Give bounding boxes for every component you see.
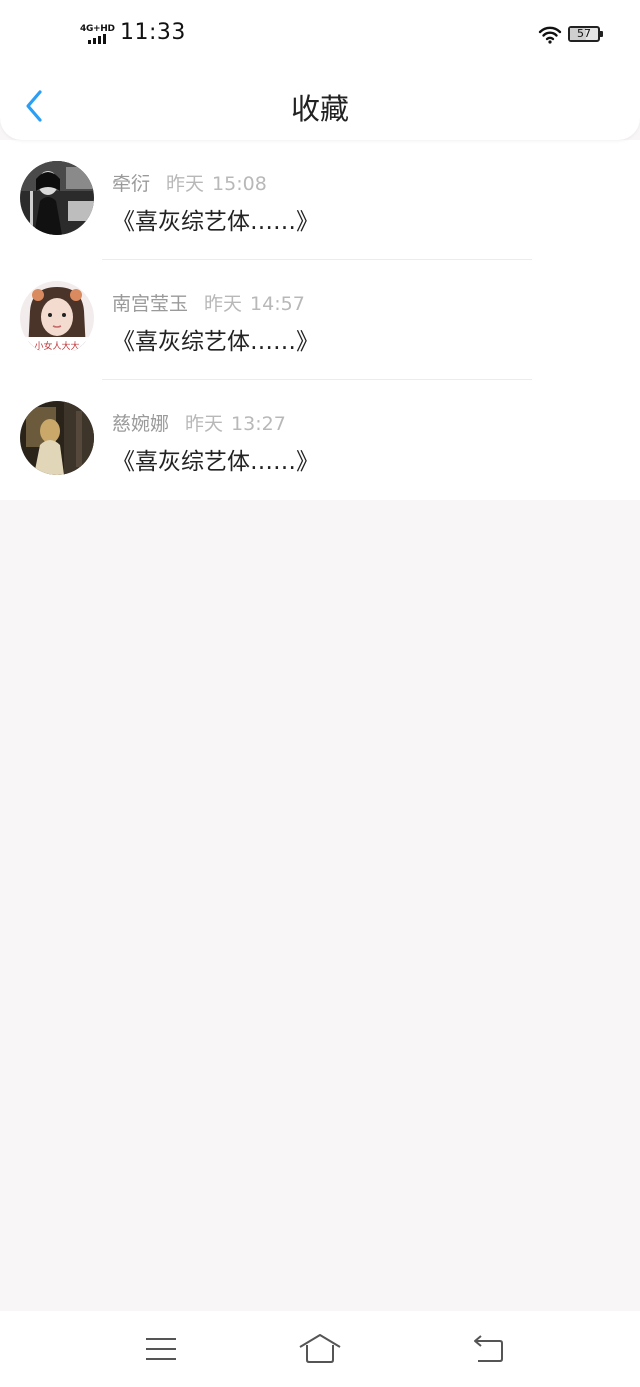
author-label: 牵衍 <box>112 173 151 195</box>
battery-percent: 57 <box>577 27 591 40</box>
favorite-content: 《喜灰综艺体……》 <box>112 329 319 355</box>
menu-icon[interactable] <box>145 1331 177 1367</box>
page-title: 收藏 <box>290 92 349 126</box>
back-arrow-icon[interactable] <box>472 1331 506 1367</box>
wifi-icon <box>538 26 562 44</box>
favorites-list: 牵衍 昨天 15:08 《喜灰综艺体……》 小女人大大 南宫莹玉 昨天 14:5… <box>0 140 640 500</box>
battery-icon: 57 <box>568 26 603 42</box>
date-label: 昨天 <box>204 293 243 315</box>
time-label: 14:57 <box>250 293 305 315</box>
author-name: 慈婉娜 昨天 13:27 <box>112 409 286 436</box>
avatar[interactable] <box>20 161 94 235</box>
header: 收藏 <box>0 70 640 140</box>
network-type: 4G+HD <box>80 24 115 34</box>
date-label: 昨天 <box>166 173 205 195</box>
author-label: 慈婉娜 <box>112 413 170 435</box>
status-bar: 4G+HD 11:33 57 <box>0 0 640 70</box>
time-label: 13:27 <box>231 413 286 435</box>
time-label: 15:08 <box>212 173 267 195</box>
favorite-item[interactable]: 慈婉娜 昨天 13:27 《喜灰综艺体……》 <box>0 380 640 500</box>
favorite-item[interactable]: 小女人大大 南宫莹玉 昨天 14:57 《喜灰综艺体……》 <box>0 260 640 380</box>
favorites-screen: 4G+HD 11:33 57 收藏 牵衍 昨天 15:08 《喜灰综艺体……》 … <box>0 0 640 1387</box>
home-icon[interactable] <box>298 1331 342 1367</box>
avatar-caption: 小女人大大 <box>34 340 79 352</box>
favorite-content: 《喜灰综艺体……》 <box>112 449 319 475</box>
top-bar: 4G+HD 11:33 57 收藏 <box>0 0 640 140</box>
avatar[interactable] <box>20 401 94 475</box>
favorite-content: 《喜灰综艺体……》 <box>112 209 319 235</box>
cellular-signal-icon: 4G+HD <box>80 24 116 46</box>
author-name: 牵衍 昨天 15:08 <box>112 169 267 196</box>
date-label: 昨天 <box>185 413 224 435</box>
author-label: 南宫莹玉 <box>112 293 189 315</box>
author-name: 南宫莹玉 昨天 14:57 <box>112 289 305 316</box>
avatar[interactable]: 小女人大大 <box>20 281 94 355</box>
system-nav-bar <box>0 1311 640 1387</box>
favorite-item[interactable]: 牵衍 昨天 15:08 《喜灰综艺体……》 <box>0 140 640 260</box>
status-time: 11:33 <box>120 20 186 45</box>
